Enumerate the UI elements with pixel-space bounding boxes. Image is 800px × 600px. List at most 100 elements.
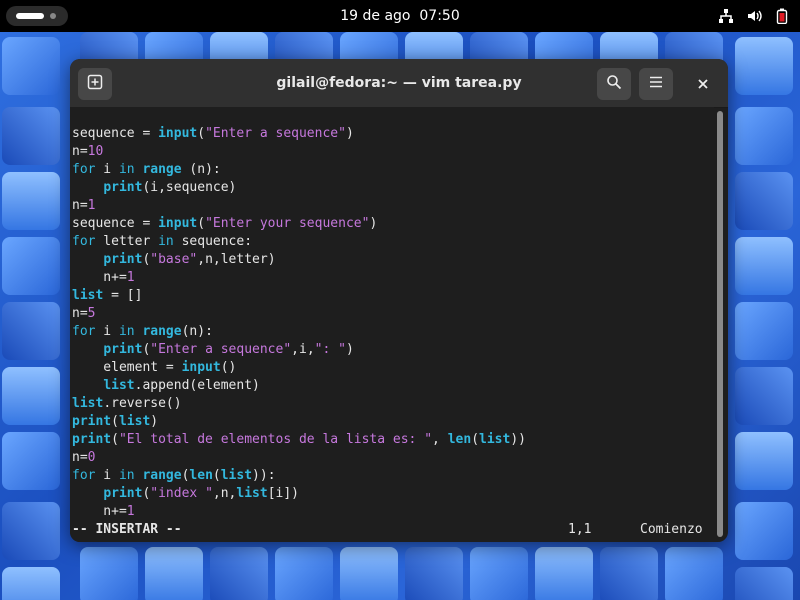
wallpaper-tile — [210, 547, 268, 600]
scrollbar-thumb[interactable] — [717, 111, 723, 537]
code-token: "index " — [150, 486, 213, 501]
code-line[interactable]: print ( "El total de elementos de la lista… — [72, 431, 526, 449]
code-token: print — [72, 414, 112, 429]
wallpaper-tile — [275, 547, 333, 600]
code-token: ,n, — [212, 486, 237, 501]
system-tray[interactable] — [718, 0, 790, 32]
code-token: )) — [510, 432, 526, 447]
terminal-content[interactable]: sequence = input("Enter a sequence") n=10… — [70, 107, 714, 542]
terminal-window[interactable]: gilail@fedora:~ — vim tarea.py sequence … — [70, 59, 728, 542]
code-token: "Enter a sequence" — [150, 342, 292, 357]
wallpaper-tile — [735, 432, 793, 490]
wallpaper-tile — [2, 302, 60, 360]
wallpaper-tile — [340, 547, 398, 600]
top-bar: 19 de ago 07:50 — [0, 0, 800, 32]
code-token: ) — [345, 126, 354, 141]
wallpaper-tile — [735, 107, 793, 165]
wallpaper-tile — [600, 547, 658, 600]
code-token: len — [189, 468, 213, 483]
code-token: list — [103, 378, 135, 393]
code-line[interactable]: sequence = input("Enter a sequence") — [72, 125, 526, 143]
code-token: in — [158, 234, 174, 249]
wallpaper-tile — [665, 547, 723, 600]
clock[interactable]: 19 de ago 07:50 — [0, 0, 800, 32]
code-token: "El total de elementos de la lista es: " — [118, 432, 433, 447]
battery-icon[interactable] — [774, 8, 790, 24]
code-token: = [] — [103, 288, 143, 303]
wallpaper-tile — [2, 567, 60, 600]
vim-mode: -- INSERTAR -- — [72, 522, 182, 537]
code-line[interactable]: for letter in sequence: — [72, 233, 526, 251]
code-token: in — [118, 162, 135, 177]
code-line[interactable]: n=0 — [72, 449, 526, 467]
search-button[interactable] — [597, 68, 631, 100]
vim-status-line: -- INSERTAR -- 1,1 Comienzo — [72, 521, 712, 539]
network-icon[interactable] — [718, 8, 734, 24]
scroll-position: Comienzo — [640, 522, 703, 537]
code-token: print — [72, 432, 112, 447]
code-token: 1 — [87, 198, 96, 213]
code-token: list — [118, 414, 151, 429]
code-line[interactable]: n=10 — [72, 143, 526, 161]
code-token: list — [236, 486, 268, 501]
code-line[interactable]: print(list) — [72, 413, 526, 431]
volume-icon[interactable] — [746, 8, 762, 24]
code-line[interactable]: print(i,sequence) — [72, 179, 526, 197]
code-token: ( — [197, 216, 206, 231]
code-token: input — [158, 216, 198, 231]
window-headerbar[interactable]: gilail@fedora:~ — vim tarea.py — [70, 59, 728, 108]
code-token: )): — [252, 468, 276, 483]
wallpaper-tile — [735, 302, 793, 360]
code-line[interactable]: n=5 — [72, 305, 526, 323]
code-line[interactable]: list.append(element) — [72, 377, 526, 395]
scrollbar[interactable] — [716, 111, 724, 537]
wallpaper-tile — [735, 502, 793, 560]
code-token: ( — [111, 414, 119, 429]
code-token: [i]) — [267, 486, 300, 501]
code-line[interactable]: n=1 — [72, 197, 526, 215]
code-token: n+= — [72, 504, 127, 519]
new-tab-button[interactable] — [78, 68, 112, 100]
code-line[interactable]: for i in range(n): — [72, 323, 526, 341]
code-line[interactable]: element = input() — [72, 359, 526, 377]
code-line[interactable]: list = [] — [72, 287, 526, 305]
code-token: len — [447, 432, 472, 447]
code-token: ) — [345, 342, 354, 357]
menu-button[interactable] — [639, 68, 673, 100]
cursor-position: 1,1 — [568, 522, 592, 537]
code-token: print — [103, 180, 143, 195]
code-token: ( — [212, 468, 221, 483]
code-line[interactable]: sequence = input("Enter your sequence") — [72, 215, 526, 233]
code-token: sequence = — [72, 216, 159, 231]
code-token: 10 — [87, 144, 104, 159]
wallpaper-tile — [2, 432, 60, 490]
code-token: ( — [471, 432, 480, 447]
code-token: print — [103, 342, 143, 357]
code-token: for — [72, 324, 96, 339]
code-editor[interactable]: sequence = input("Enter a sequence") n=10… — [72, 125, 526, 521]
wallpaper-tile — [735, 237, 793, 295]
wallpaper-tile — [405, 547, 463, 600]
code-token: ": " — [314, 342, 346, 357]
code-line[interactable]: print("base",n,letter) — [72, 251, 526, 269]
code-line[interactable]: list.reverse() — [72, 395, 526, 413]
code-line[interactable]: print("Enter a sequence",i,": ") — [72, 341, 526, 359]
code-line[interactable]: print("index ",n,list[i]) — [72, 485, 526, 503]
code-token: (n): — [181, 162, 221, 177]
code-line[interactable]: for i in range(len(list)): — [72, 467, 526, 485]
code-token: list — [72, 288, 104, 303]
close-button[interactable] — [687, 68, 719, 100]
code-token: ( — [197, 126, 206, 141]
wallpaper-tile — [2, 37, 60, 95]
code-line[interactable]: n+=1 — [72, 503, 526, 521]
code-token: 5 — [87, 306, 96, 321]
code-line[interactable]: for i in range (n): — [72, 161, 526, 179]
code-token: ) — [150, 414, 159, 429]
code-line[interactable]: n+=1 — [72, 269, 526, 287]
code-token: element = — [72, 360, 182, 375]
code-token: for — [72, 162, 96, 177]
